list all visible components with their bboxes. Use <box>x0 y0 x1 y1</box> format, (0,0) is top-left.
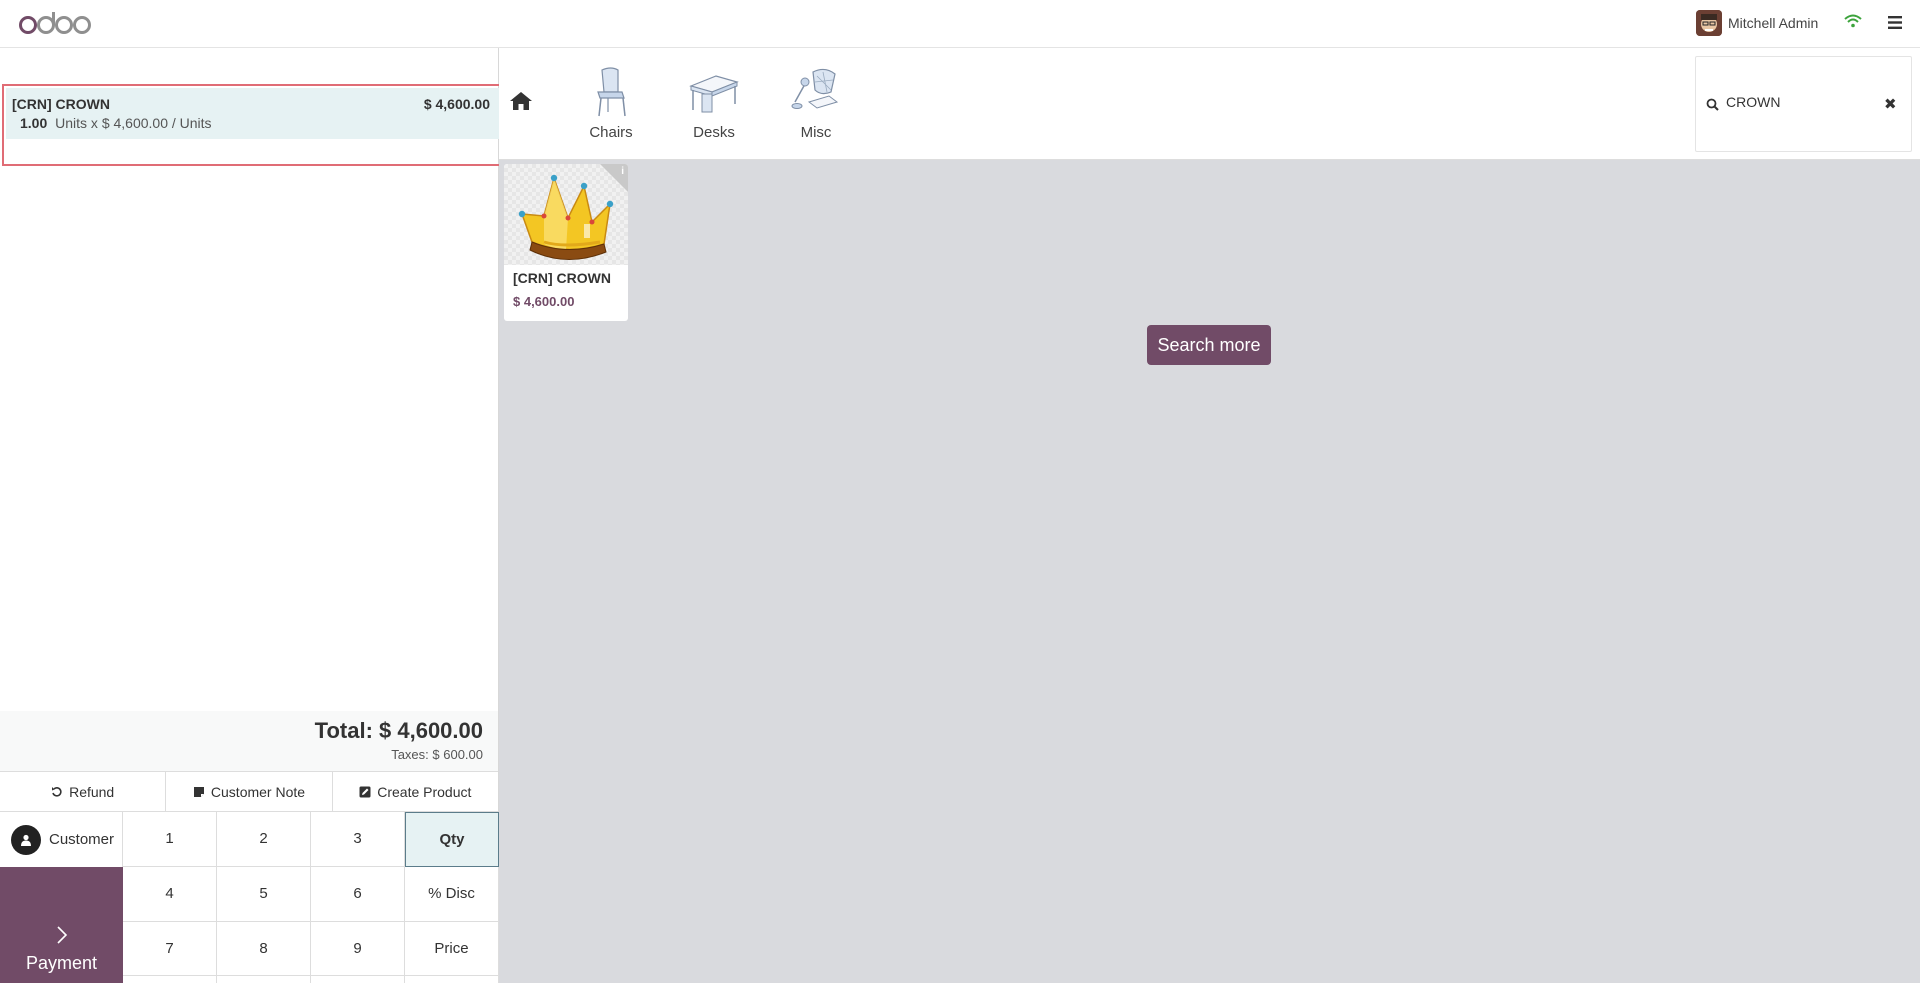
numpad-mode-price[interactable]: Price <box>405 921 499 977</box>
search-box[interactable]: CROWN ✖ <box>1695 56 1912 152</box>
order-taxes: Taxes: $ 600.00 <box>391 747 483 762</box>
control-buttons: Refund Customer Note Create Product <box>0 771 498 812</box>
numpad-key-6[interactable]: 6 <box>311 866 405 922</box>
product-image: i <box>504 164 628 265</box>
search-input[interactable]: CROWN <box>1726 94 1780 110</box>
payment-label: Payment <box>25 952 98 973</box>
category-bar: Chairs Desks Misc CROWN ✖ <box>499 48 1920 160</box>
numpad-mode-qty[interactable]: Qty <box>405 812 499 867</box>
edit-icon <box>359 786 371 797</box>
chair-icon <box>597 67 626 117</box>
user-icon <box>11 824 41 855</box>
refund-button[interactable]: Refund <box>0 772 167 811</box>
order-line-info: 1.00 Units x $ 4,600.00 / Units <box>20 115 212 131</box>
order-total: Total: $ 4,600.00 <box>314 718 483 743</box>
info-icon[interactable]: i <box>621 166 624 177</box>
product-name: [CRN] CROWN <box>513 270 611 286</box>
product-price: $ 4,600.00 <box>513 294 575 309</box>
order-line-unit-info: Units x $ 4,600.00 / Units <box>55 115 212 131</box>
customer-label: Customer <box>49 831 115 848</box>
category-misc-label: Misc <box>800 124 832 141</box>
order-line[interactable]: [CRN] CROWN $ 4,600.00 1.00 Units x $ 4,… <box>2 84 504 166</box>
product-card[interactable]: i [CRN] CROWN $ 4,600.00 <box>504 164 628 321</box>
numpad-key-decimal[interactable]: . <box>311 976 405 983</box>
odoo-logo[interactable] <box>18 9 94 37</box>
menu-icon[interactable] <box>1888 16 1902 29</box>
customer-note-button[interactable]: Customer Note <box>166 772 333 811</box>
customer-note-label: Customer Note <box>210 783 306 800</box>
user-menu[interactable]: Mitchell Admin <box>1696 10 1818 36</box>
numpad-key-2[interactable]: 2 <box>217 812 311 867</box>
undo-icon <box>52 786 62 797</box>
top-bar: Mitchell Admin <box>0 0 1920 48</box>
order-line-selected[interactable]: [CRN] CROWN $ 4,600.00 1.00 Units x $ 4,… <box>6 88 500 139</box>
numpad-key-1[interactable]: 1 <box>123 812 217 867</box>
note-icon <box>193 786 204 797</box>
misc-icon <box>791 68 839 109</box>
close-icon[interactable]: ✖ <box>1884 95 1897 113</box>
desk-icon <box>689 75 739 113</box>
create-product-label: Create Product <box>377 783 472 800</box>
numpad-key-backspace[interactable]: ⌫ <box>405 976 499 983</box>
category-desks[interactable]: Desks <box>679 66 749 141</box>
wifi-icon[interactable] <box>1844 14 1862 28</box>
numpad-key-4[interactable]: 4 <box>123 866 217 922</box>
numpad: 1 2 3 Qty 4 5 6 % Disc 7 8 9 Price +/- 0… <box>123 812 499 983</box>
customer-button[interactable]: Customer <box>0 812 123 867</box>
category-chairs[interactable]: Chairs <box>576 66 646 141</box>
create-product-button[interactable]: Create Product <box>333 772 498 811</box>
order-panel: [CRN] CROWN $ 4,600.00 1.00 Units x $ 4,… <box>0 48 504 983</box>
numpad-key-0[interactable]: 0 <box>217 976 311 983</box>
numpad-key-3[interactable]: 3 <box>311 812 405 867</box>
order-summary: Total: $ 4,600.00 Taxes: $ 600.00 <box>0 711 498 771</box>
numpad-key-9[interactable]: 9 <box>311 921 405 977</box>
category-chairs-label: Chairs <box>589 124 633 141</box>
avatar <box>1696 10 1722 36</box>
category-misc[interactable]: Misc <box>781 66 851 141</box>
user-name: Mitchell Admin <box>1728 15 1819 31</box>
numpad-key-sign[interactable]: +/- <box>123 976 217 983</box>
order-line-product: [CRN] CROWN <box>12 96 110 112</box>
numpad-key-5[interactable]: 5 <box>217 866 311 922</box>
search-more-button[interactable]: Search more <box>1147 325 1271 365</box>
order-line-qty: 1.00 <box>20 115 48 131</box>
numpad-mode-disc[interactable]: % Disc <box>405 866 499 922</box>
search-icon <box>1706 98 1719 111</box>
refund-label: Refund <box>69 783 115 800</box>
numpad-key-7[interactable]: 7 <box>123 921 217 977</box>
product-list: i [CRN] CROWN $ 4,600.00 Search more <box>499 160 1920 983</box>
chevron-right-icon <box>56 925 67 944</box>
numpad-key-8[interactable]: 8 <box>217 921 311 977</box>
home-icon[interactable] <box>509 91 533 111</box>
payment-button[interactable]: Payment <box>0 867 123 983</box>
category-desks-label: Desks <box>693 124 735 141</box>
order-line-price: $ 4,600.00 <box>423 96 490 112</box>
